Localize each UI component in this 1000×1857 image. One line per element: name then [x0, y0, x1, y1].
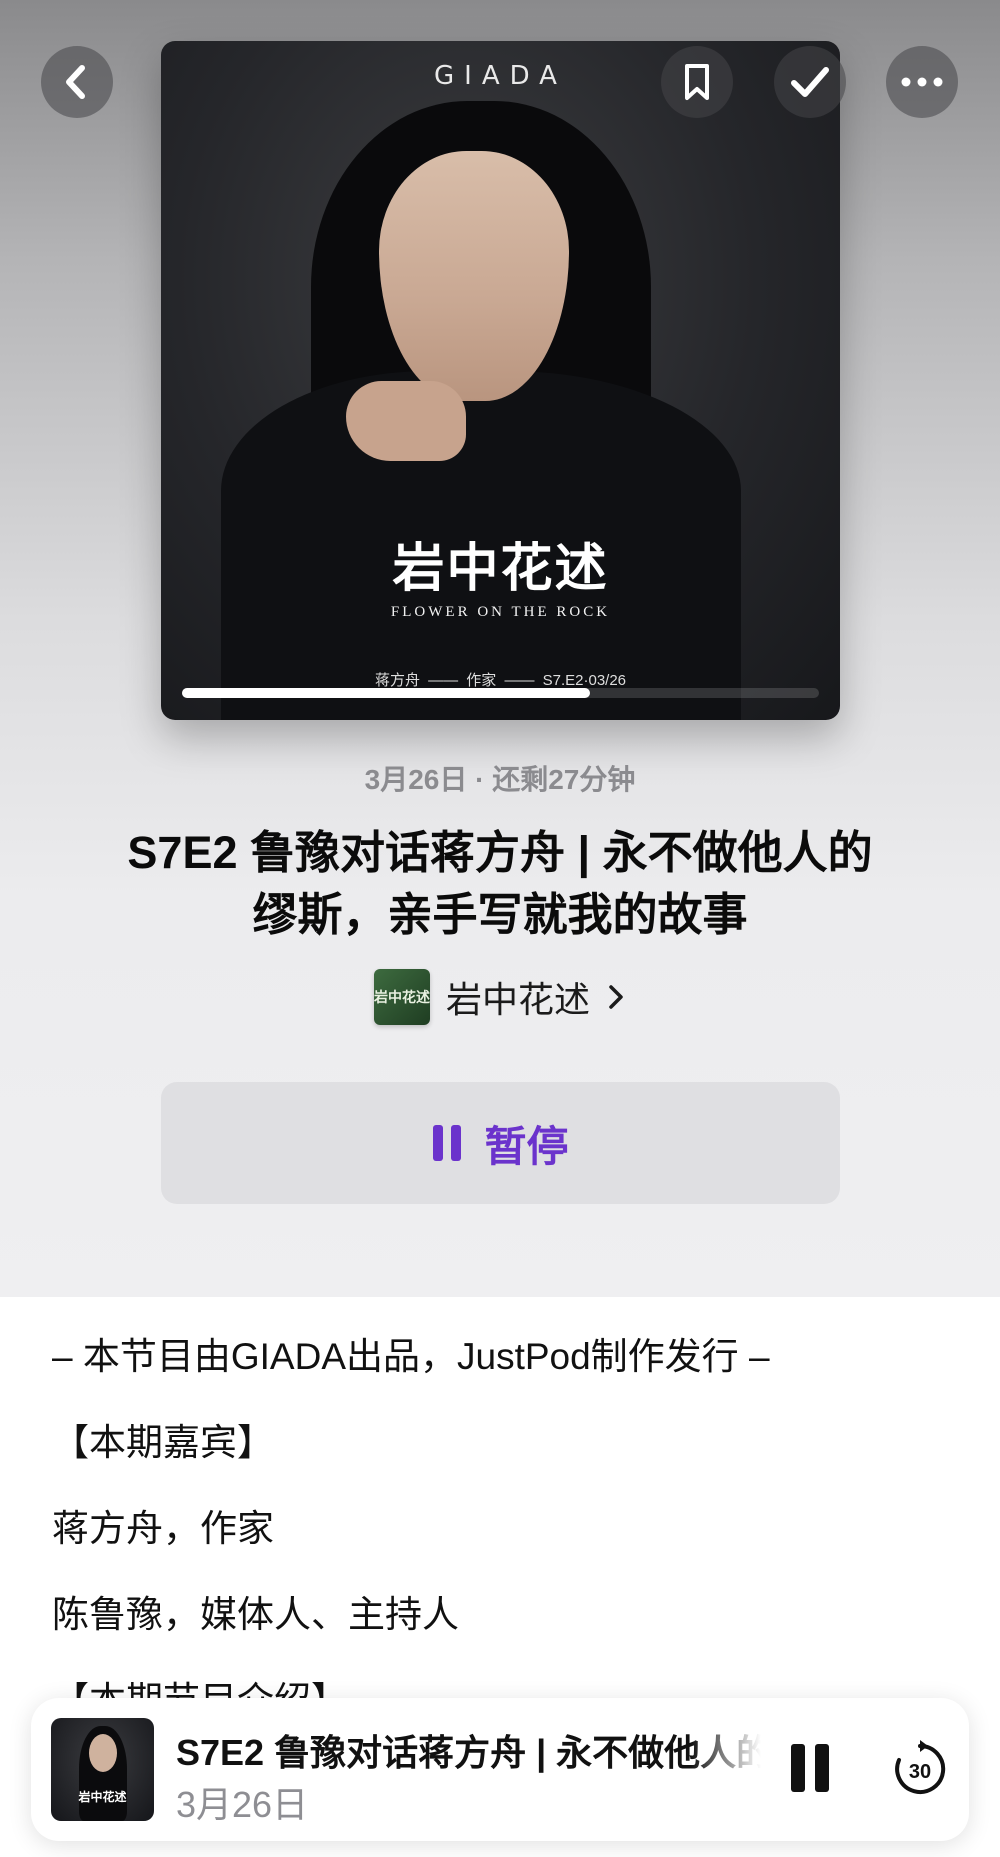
pause-button[interactable]: 暂停 — [161, 1082, 840, 1204]
description-line: 蒋方舟，作家 — [52, 1508, 274, 1549]
mark-played-button[interactable] — [774, 46, 846, 118]
mini-artwork-title: 岩中花述 — [78, 1790, 127, 1804]
show-thumbnail: 岩中花述 — [373, 969, 430, 1025]
artwork-brand: GIADA — [434, 61, 567, 91]
mini-artwork-face — [89, 1734, 117, 1772]
playback-progress-fill — [182, 688, 590, 698]
episode-artwork: GIADA 岩中花述 FLOWER ON THE ROCK 蒋方舟 —— 作家 … — [161, 41, 840, 720]
playback-progress-bar[interactable] — [182, 688, 819, 698]
description-line: 【本期嘉宾】 — [52, 1422, 274, 1463]
show-name: 岩中花述 — [445, 979, 590, 1020]
chevron-left-icon — [66, 65, 85, 99]
mini-player-title: S7E2 鲁豫对话蒋方舟 | 永不做他人的缪斯，亲手写就我的故事 — [176, 1732, 761, 1773]
artwork-face — [379, 151, 569, 401]
more-options-button[interactable] — [886, 46, 958, 118]
description-line: – 本节目由GIADA出品，JustPod制作发行 – — [52, 1336, 770, 1377]
pause-icon — [791, 1744, 829, 1792]
skip-forward-30-icon: 30 — [895, 1740, 946, 1794]
artwork-show-subtitle: FLOWER ON THE ROCK — [390, 604, 611, 620]
pause-button-label: 暂停 — [484, 1122, 569, 1170]
mini-player[interactable]: 岩中花述 S7E2 鲁豫对话蒋方舟 | 永不做他人的缪斯，亲手写就我的故事 3月… — [31, 1698, 969, 1841]
mini-player-date: 3月26日 — [176, 1784, 309, 1825]
episode-description: – 本节目由GIADA出品，JustPod制作发行 – 【本期嘉宾】 蒋方舟，作… — [52, 1326, 960, 1756]
artwork-show-title: 岩中花述 — [392, 538, 609, 599]
bookmark-icon — [685, 64, 709, 100]
episode-meta: 3月26日 · 还剩27分钟 — [364, 764, 636, 795]
show-link[interactable]: 岩中花述 岩中花述 — [0, 968, 1000, 1026]
pause-icon — [433, 1125, 462, 1161]
chevron-right-icon — [609, 985, 623, 1009]
description-line: 陈鲁豫，媒体人、主持人 — [52, 1594, 459, 1635]
mini-player-artwork: 岩中花述 — [51, 1718, 154, 1821]
checkmark-icon — [791, 67, 829, 97]
episode-title: S7E2 鲁豫对话蒋方舟 | 永不做他人的缪斯，亲手写就我的故事 — [127, 827, 873, 940]
artwork-hand — [346, 381, 466, 461]
back-button[interactable] — [41, 46, 113, 118]
skip-forward-button[interactable]: 30 — [889, 1738, 951, 1800]
skip-seconds-label: 30 — [909, 1761, 931, 1783]
bookmark-button[interactable] — [661, 46, 733, 118]
mini-pause-button[interactable] — [787, 1738, 835, 1798]
artwork-credits: 蒋方舟 —— 作家 —— S7.E2·03/26 — [374, 672, 627, 689]
ellipsis-icon — [901, 77, 943, 87]
